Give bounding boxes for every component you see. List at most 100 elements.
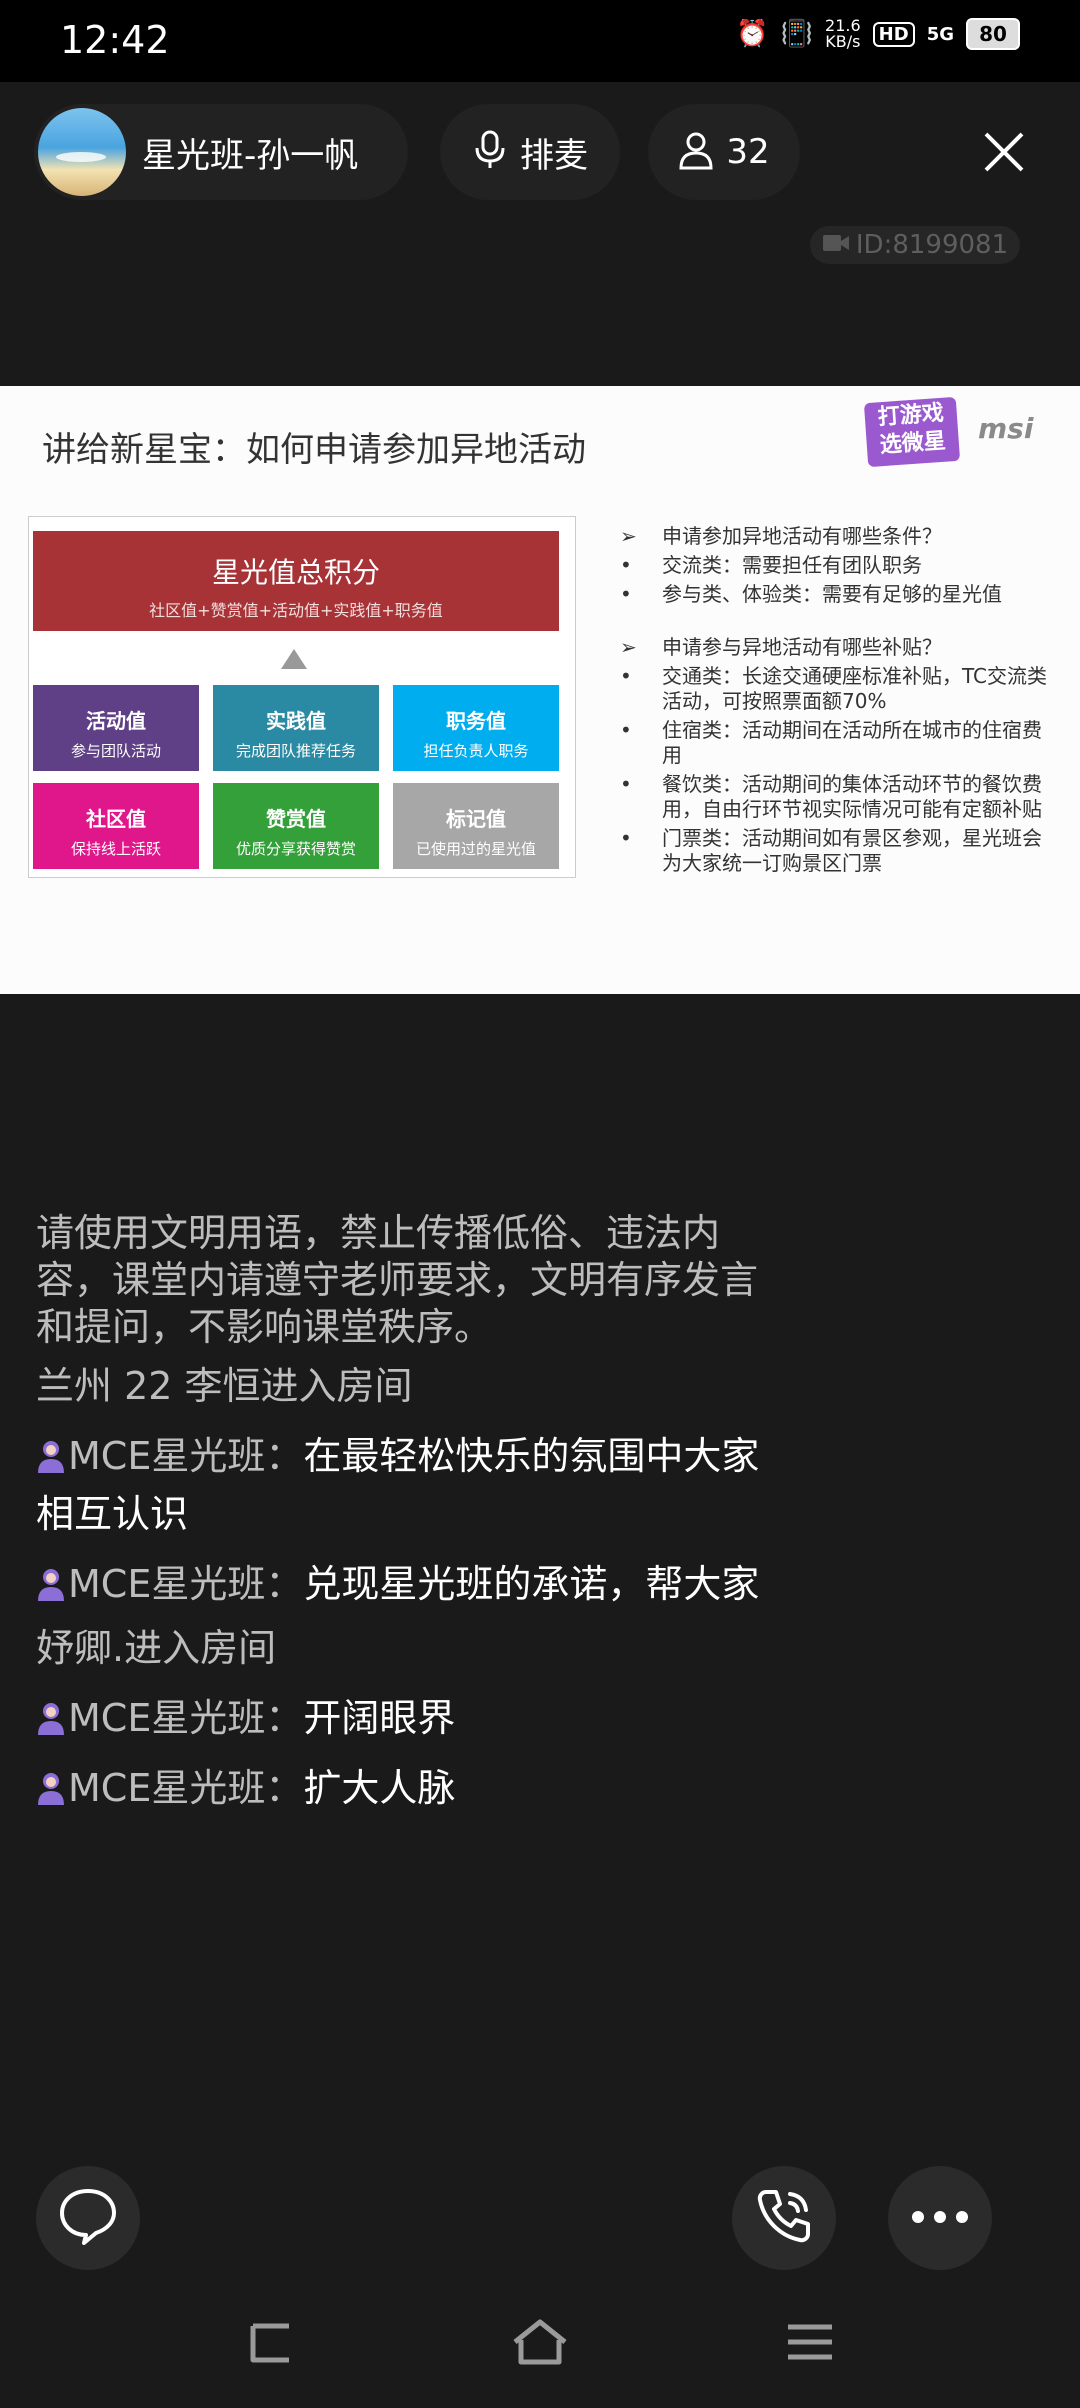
home-icon: [511, 2318, 569, 2370]
back-button[interactable]: [240, 2316, 300, 2372]
phone-icon: [752, 2184, 816, 2252]
back-icon: [245, 2320, 295, 2368]
status-bar: 12:42 ⏰ 📳 21.6 KB/s HD 5G 80: [0, 0, 1080, 82]
note-heading: ➢ 申请参加异地活动有哪些条件？: [620, 524, 1060, 549]
dot-bullet: •: [620, 826, 632, 850]
arrow-bullet: ➢: [620, 524, 637, 548]
note-text: 交通类：长途交通硬座标准补贴，TC交流类活动，可按照票面额70%: [662, 664, 1048, 713]
cell-desc: 完成团队推荐任务: [235, 742, 356, 760]
status-time: 12:42: [60, 18, 170, 62]
room-name: 星光班-孙一帆: [142, 135, 359, 176]
cell-desc: 优质分享获得赞赏: [235, 840, 356, 858]
arrow-up-icon: [281, 649, 307, 669]
person-icon: [678, 130, 714, 174]
shared-slide: 讲给新星宝：如何申请参加异地活动 打游戏 选微星 msi 星光值总积分 社区值+…: [0, 386, 1080, 994]
user-icon: [36, 1763, 66, 1805]
total-points-formula: 社区值+赞赏值+活动值+实践值+职务值: [149, 601, 443, 620]
total-points-title: 星光值总积分: [211, 556, 380, 589]
mic-queue-label: 排麦: [520, 135, 588, 176]
mic-icon: [472, 130, 508, 174]
note-text: 参与类、体验类：需要有足够的星光值: [662, 582, 1002, 606]
cell-title: 标记值: [446, 807, 506, 831]
hd-badge: HD: [872, 21, 915, 47]
battery-indicator: 80: [966, 18, 1020, 50]
net-speed-unit: KB/s: [825, 32, 861, 51]
chat-sender: MCE星光班：: [68, 1696, 304, 1740]
dot-bullet: •: [620, 718, 632, 742]
note-item: • 参与类、体验类：需要有足够的星光值: [620, 582, 1060, 607]
net-speed: 21.6 KB/s: [825, 18, 861, 50]
note-heading: ➢ 申请参与异地活动有哪些补贴？: [620, 635, 1060, 660]
cell-title: 赞赏值: [266, 807, 326, 831]
signal-label: 5G: [926, 23, 954, 45]
alarm-icon: ⏰: [736, 19, 769, 49]
camera-icon: [822, 230, 850, 260]
more-dots-icon: [910, 2209, 970, 2228]
points-diagram: 星光值总积分 社区值+赞赏值+活动值+实践值+职务值 活动值 参与团队活动 实践…: [28, 516, 576, 878]
note-item: • 门票类：活动期间如有景区参观，星光班会为大家统一订购景区门票: [620, 826, 1060, 876]
slide-notes: ➢ 申请参加异地活动有哪些条件？ • 交流类：需要担任有团队职务 • 参与类、体…: [620, 524, 1060, 880]
home-button[interactable]: [510, 2316, 570, 2372]
chat-button[interactable]: [36, 2166, 140, 2270]
chat-text: 开阔眼界: [303, 1696, 456, 1740]
avatar[interactable]: [38, 108, 126, 196]
dot-bullet: •: [620, 664, 632, 688]
points-cell-marked: 标记值 已使用过的星光值: [393, 783, 559, 869]
more-button[interactable]: [888, 2166, 992, 2270]
points-cell-role: 职务值 担任负责人职务: [393, 685, 559, 771]
note-item: • 交通类：长途交通硬座标准补贴，TC交流类活动，可按照票面额70%: [620, 664, 1060, 714]
slide-title: 讲给新星宝：如何申请参加异地活动: [42, 430, 586, 470]
note-text: 住宿类：活动期间在活动所在城市的住宿费用: [662, 718, 1042, 767]
call-button[interactable]: [732, 2166, 836, 2270]
recents-button[interactable]: [780, 2316, 840, 2372]
chat-text: 兑现星光班的承诺，帮大家: [303, 1562, 760, 1606]
cell-desc: 已使用过的星光值: [415, 840, 536, 858]
user-icon: [36, 1431, 66, 1473]
join-message: 妤卿.进入房间: [36, 1626, 277, 1670]
chat-sender: MCE星光班：: [68, 1562, 304, 1606]
vibrate-icon: 📳: [780, 19, 814, 49]
chat-message: MCE星光班：开阔眼界: [36, 1689, 776, 1747]
chat-message: MCE星光班：兑现星光班的承诺，帮大家: [36, 1555, 776, 1613]
close-button[interactable]: [966, 116, 1042, 192]
points-cell-practice: 实践值 完成团队推荐任务: [213, 685, 379, 771]
menu-icon: [786, 2322, 834, 2366]
cell-desc: 担任负责人职务: [423, 742, 529, 760]
note-item: • 住宿类：活动期间在活动所在城市的住宿费用: [620, 718, 1060, 768]
chat-message: MCE星光班：扩大人脉: [36, 1759, 776, 1817]
msi-logo: msi: [978, 412, 1034, 445]
note-text: 餐饮类：活动期间的集体活动环节的餐饮费用，自由行环节视实际情况可能有定额补贴: [662, 772, 1042, 821]
cell-title: 社区值: [86, 807, 146, 831]
viewer-count: 32: [726, 132, 770, 172]
note-item: • 餐饮类：活动期间的集体活动环节的餐饮费用，自由行环节视实际情况可能有定额补贴: [620, 772, 1060, 822]
note-text: 申请参加异地活动有哪些条件？: [662, 524, 942, 548]
brand-logo: 打游戏 选微星: [863, 396, 961, 468]
viewer-count-button[interactable]: 32: [648, 104, 800, 200]
dot-bullet: •: [620, 553, 632, 577]
dot-bullet: •: [620, 772, 632, 796]
cell-title: 活动值: [86, 709, 146, 733]
mic-queue-button[interactable]: 排麦: [440, 104, 620, 200]
status-icons: ⏰ 📳 21.6 KB/s HD 5G 80: [736, 18, 1020, 50]
chat-message: MCE星光班：在最轻松快乐的氛围中大家相互认识: [36, 1427, 776, 1543]
chat-text: 扩大人脉: [303, 1766, 456, 1810]
chat-feed[interactable]: 请使用文明用语，禁止传播低俗、违法内容，课堂内请遵守老师要求，文明有序发言和提问…: [36, 1210, 776, 1817]
chat-sender: MCE星光班：: [68, 1766, 304, 1810]
join-message: 兰州 22 李恒进入房间: [36, 1364, 413, 1408]
room-info-pill[interactable]: 星光班-孙一帆: [34, 104, 408, 200]
chat-notice: 请使用文明用语，禁止传播低俗、违法内容，课堂内请遵守老师要求，文明有序发言和提问…: [36, 1211, 759, 1349]
points-cell-activity: 活动值 参与团队活动: [33, 685, 199, 771]
chat-bubble-icon: [56, 2185, 120, 2251]
total-points-box: 星光值总积分 社区值+赞赏值+活动值+实践值+职务值: [33, 531, 559, 631]
system-nav-bar: [0, 2300, 1080, 2390]
user-icon: [36, 1559, 66, 1601]
note-text: 申请参与异地活动有哪些补贴？: [662, 635, 942, 659]
points-cell-appreciation: 赞赏值 优质分享获得赞赏: [213, 783, 379, 869]
close-icon: [982, 130, 1026, 178]
room-id-badge: ID:8199081: [810, 226, 1020, 264]
note-text: 门票类：活动期间如有景区参观，星光班会为大家统一订购景区门票: [662, 826, 1042, 875]
cell-title: 实践值: [266, 709, 326, 733]
user-icon: [36, 1693, 66, 1735]
live-room-screen: 12:42 ⏰ 📳 21.6 KB/s HD 5G 80 星光班-孙一帆 排麦 …: [0, 0, 1080, 2408]
cell-desc: 保持线上活跃: [70, 840, 161, 858]
